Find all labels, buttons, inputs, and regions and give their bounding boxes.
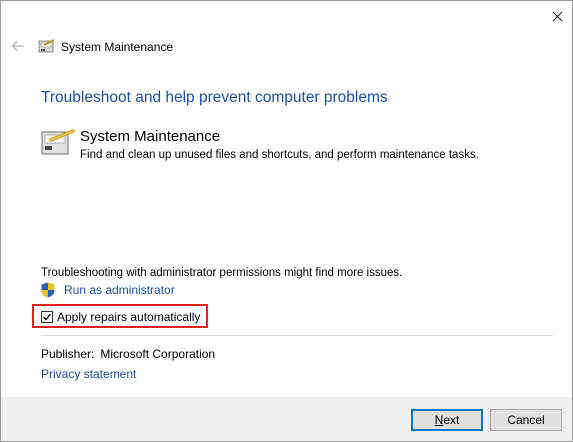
page-headline: Troubleshoot and help prevent computer p… [41, 89, 388, 106]
next-rest: ext [443, 413, 460, 427]
cancel-button[interactable]: Cancel [490, 409, 562, 431]
maintenance-icon [41, 129, 75, 155]
uac-shield-icon [41, 282, 55, 298]
checkbox[interactable] [41, 310, 53, 323]
troubleshooter-window: System Maintenance Troubleshoot and help… [0, 0, 573, 442]
back-button[interactable] [9, 37, 27, 55]
header-row: System Maintenance [1, 33, 572, 59]
item-description: Find and clean up unused files and short… [80, 149, 479, 161]
close-icon [552, 11, 562, 21]
back-arrow-icon [11, 41, 24, 51]
checkmark-icon [43, 313, 52, 320]
publisher-info: Publisher: Microsoft Corporation [41, 347, 215, 361]
apply-repairs-checkbox[interactable]: Apply repairs automatically [41, 309, 200, 324]
item-title: System Maintenance [80, 128, 221, 145]
run-as-administrator-label: Run as administrator [64, 283, 175, 297]
window-title: System Maintenance [61, 40, 174, 54]
publisher-value: Microsoft Corporation [100, 347, 216, 361]
admin-note: Troubleshooting with administrator permi… [41, 267, 403, 279]
apply-repairs-label: Apply repairs automatically [57, 309, 201, 324]
run-as-administrator-link[interactable]: Run as administrator [41, 282, 175, 298]
next-accel: N [434, 413, 444, 427]
publisher-label: Publisher: [41, 347, 95, 361]
next-button[interactable]: Next [411, 409, 483, 431]
close-button[interactable] [541, 1, 573, 31]
footer-bar: Next Cancel [1, 397, 572, 441]
privacy-statement-link[interactable]: Privacy statement [41, 367, 136, 381]
divider [41, 335, 553, 336]
maintenance-icon [38, 39, 55, 53]
